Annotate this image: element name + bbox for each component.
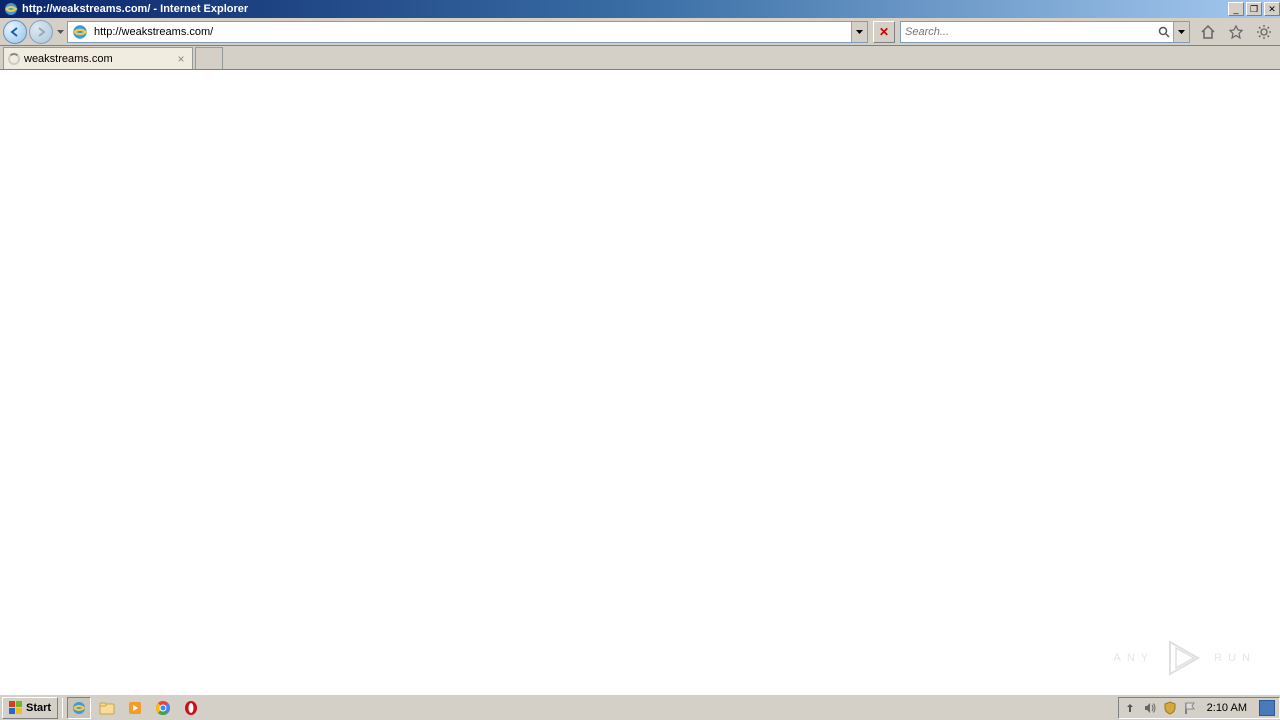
- nav-history-dropdown[interactable]: [55, 22, 65, 42]
- taskbar-media-icon[interactable]: [123, 697, 147, 719]
- shield-icon[interactable]: [1163, 701, 1177, 715]
- tools-icon[interactable]: [1254, 22, 1274, 42]
- tab-close-icon[interactable]: ×: [174, 52, 188, 66]
- close-button[interactable]: ✕: [1264, 2, 1280, 16]
- new-tab-button[interactable]: [195, 47, 223, 69]
- clock[interactable]: 2:10 AM: [1203, 702, 1251, 714]
- play-icon: [1162, 636, 1206, 680]
- window-titlebar: http://weakstreams.com/ - Internet Explo…: [0, 0, 1280, 18]
- maximize-button[interactable]: ❐: [1246, 2, 1262, 16]
- taskbar: Start 2:10 AM: [0, 694, 1280, 720]
- windows-flag-icon: [9, 701, 23, 715]
- search-input[interactable]: [901, 26, 1155, 38]
- browser-tab[interactable]: weakstreams.com ×: [3, 47, 193, 69]
- back-button[interactable]: [3, 20, 27, 44]
- address-bar: [67, 21, 868, 43]
- search-icon[interactable]: [1155, 26, 1173, 38]
- flag-icon[interactable]: [1183, 701, 1197, 715]
- navigation-toolbar: ✕: [0, 18, 1280, 46]
- search-dropdown[interactable]: [1173, 22, 1189, 42]
- forward-button[interactable]: [29, 20, 53, 44]
- taskbar-opera-icon[interactable]: [179, 697, 203, 719]
- favorites-icon[interactable]: [1226, 22, 1246, 42]
- taskbar-explorer-icon[interactable]: [95, 697, 119, 719]
- volume-icon[interactable]: [1143, 701, 1157, 715]
- search-bar: [900, 21, 1190, 43]
- show-desktop-button[interactable]: [1259, 700, 1275, 716]
- taskbar-chrome-icon[interactable]: [151, 697, 175, 719]
- tab-strip: weakstreams.com ×: [0, 46, 1280, 70]
- start-label: Start: [26, 702, 51, 714]
- address-dropdown[interactable]: [851, 22, 867, 42]
- ie-icon: [3, 1, 19, 17]
- taskbar-separator: [62, 698, 63, 718]
- watermark-text-left: ANY: [1114, 652, 1155, 664]
- minimize-button[interactable]: _: [1228, 2, 1244, 16]
- tray-expand-icon[interactable]: [1123, 701, 1137, 715]
- system-tray: 2:10 AM: [1118, 697, 1280, 719]
- loading-spinner-icon: [8, 53, 20, 65]
- window-controls: _ ❐ ✕: [1226, 2, 1280, 16]
- address-input[interactable]: [92, 26, 851, 38]
- home-icon[interactable]: [1198, 22, 1218, 42]
- page-content: [0, 70, 1280, 694]
- watermark: ANY RUN: [1114, 636, 1256, 680]
- taskbar-ie-icon[interactable]: [67, 697, 91, 719]
- stop-button[interactable]: ✕: [873, 21, 895, 43]
- watermark-text-right: RUN: [1214, 652, 1256, 664]
- tab-title: weakstreams.com: [24, 53, 170, 65]
- ie-page-icon: [71, 23, 89, 41]
- start-button[interactable]: Start: [2, 697, 58, 719]
- window-title: http://weakstreams.com/ - Internet Explo…: [22, 3, 1226, 15]
